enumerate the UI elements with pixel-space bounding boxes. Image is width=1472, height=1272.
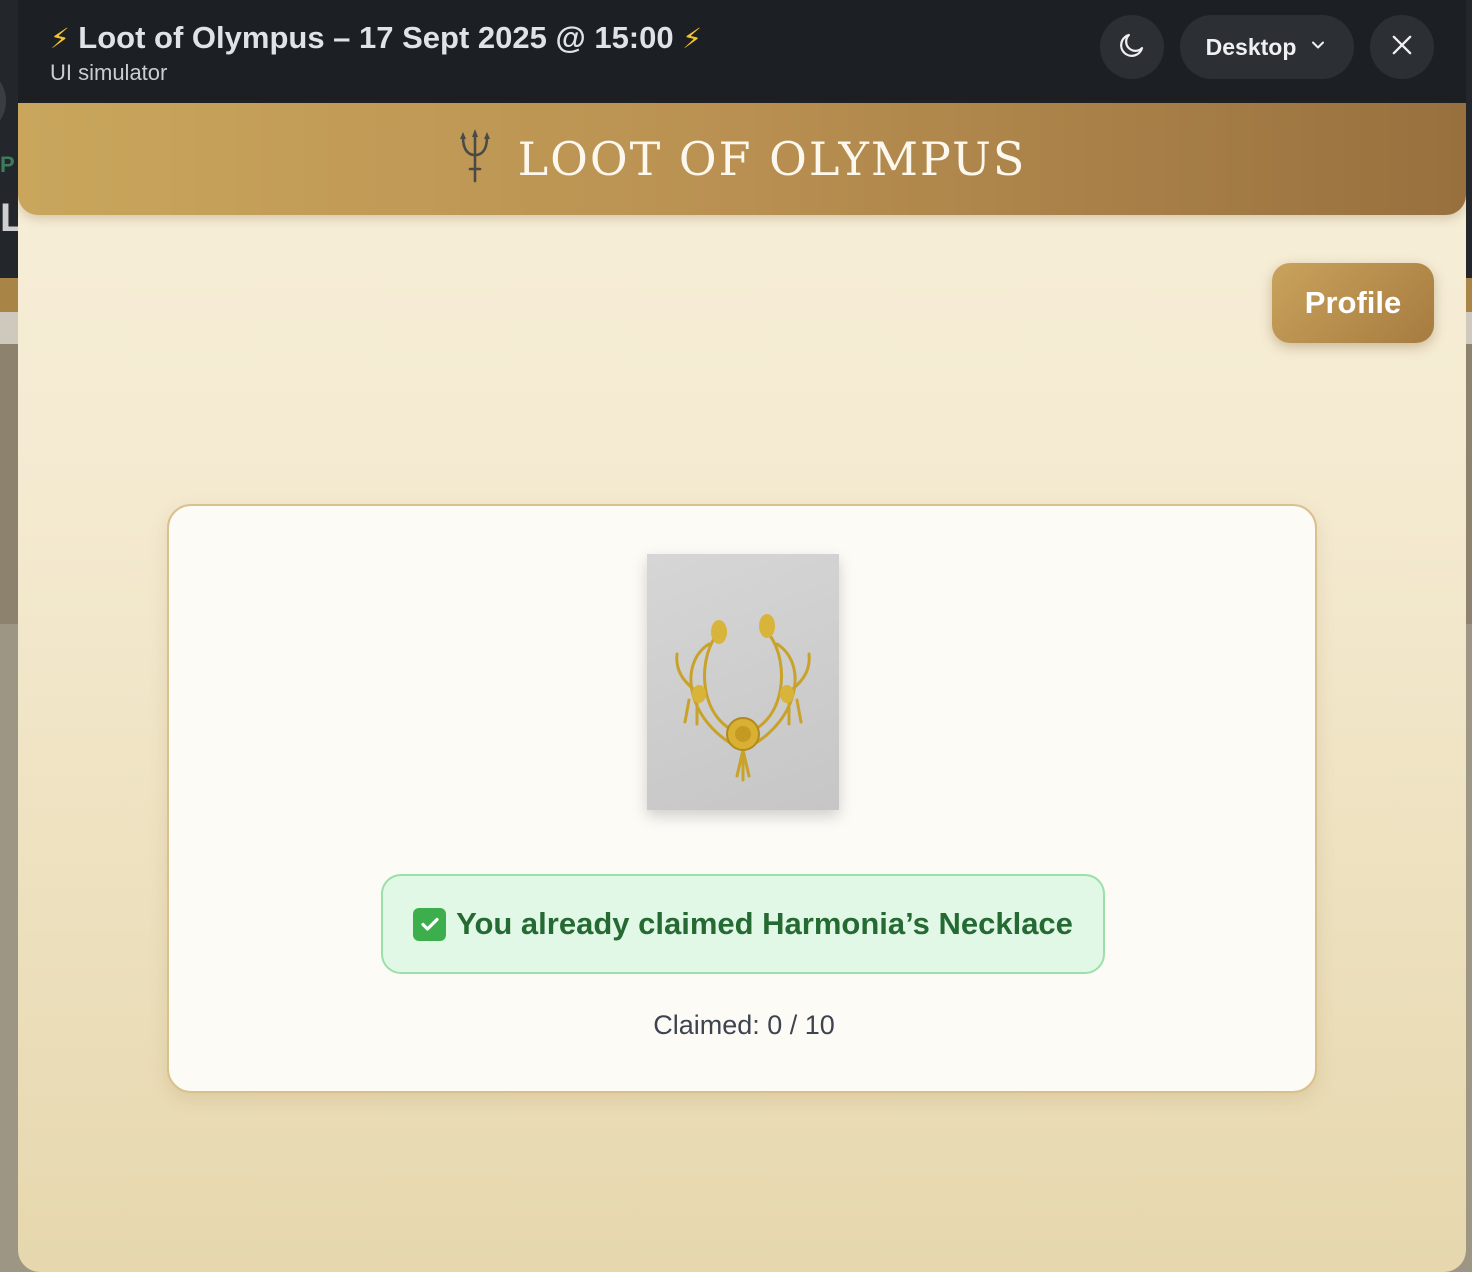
- simulator-subtitle: UI simulator: [50, 60, 168, 85]
- moon-icon: [1117, 30, 1147, 65]
- simulator-title: ⚡ Loot of Olympus – 17 Sept 2025 @ 15:00…: [50, 20, 702, 56]
- simulator-topbar: ⚡ Loot of Olympus – 17 Sept 2025 @ 15:00…: [18, 0, 1466, 103]
- lightning-icon: ⚡: [682, 23, 702, 54]
- site-header: LOOT OF OLYMPUS: [18, 103, 1466, 215]
- profile-button[interactable]: Profile: [1272, 263, 1434, 343]
- close-button[interactable]: [1370, 15, 1434, 79]
- claimed-count: Claimed: 0 / 10: [653, 1010, 835, 1040]
- device-select-label: Desktop: [1205, 33, 1297, 60]
- simulator-window: ⚡ Loot of Olympus – 17 Sept 2025 @ 15:00…: [18, 0, 1466, 1272]
- device-select[interactable]: Desktop: [1180, 15, 1354, 79]
- chevron-down-icon: [1308, 34, 1328, 61]
- necklace-image: [647, 554, 839, 810]
- close-icon: [1388, 31, 1416, 64]
- claimed-notice: You already claimed Harmonia’s Necklace: [381, 874, 1105, 974]
- simulator-title-text: Loot of Olympus – 17 Sept 2025 @ 15:00: [78, 20, 674, 55]
- claimed-message: You already claimed Harmonia’s Necklace: [456, 906, 1073, 941]
- theme-toggle-button[interactable]: [1100, 15, 1164, 79]
- trident-icon: [458, 128, 492, 190]
- lightning-icon: ⚡: [50, 23, 70, 54]
- loot-card: You already claimed Harmonia’s Necklace …: [167, 504, 1317, 1093]
- site-brand-title: LOOT OF OLYMPUS: [517, 132, 1027, 186]
- background-partial-text: P: [0, 152, 15, 177]
- check-icon: [413, 907, 447, 941]
